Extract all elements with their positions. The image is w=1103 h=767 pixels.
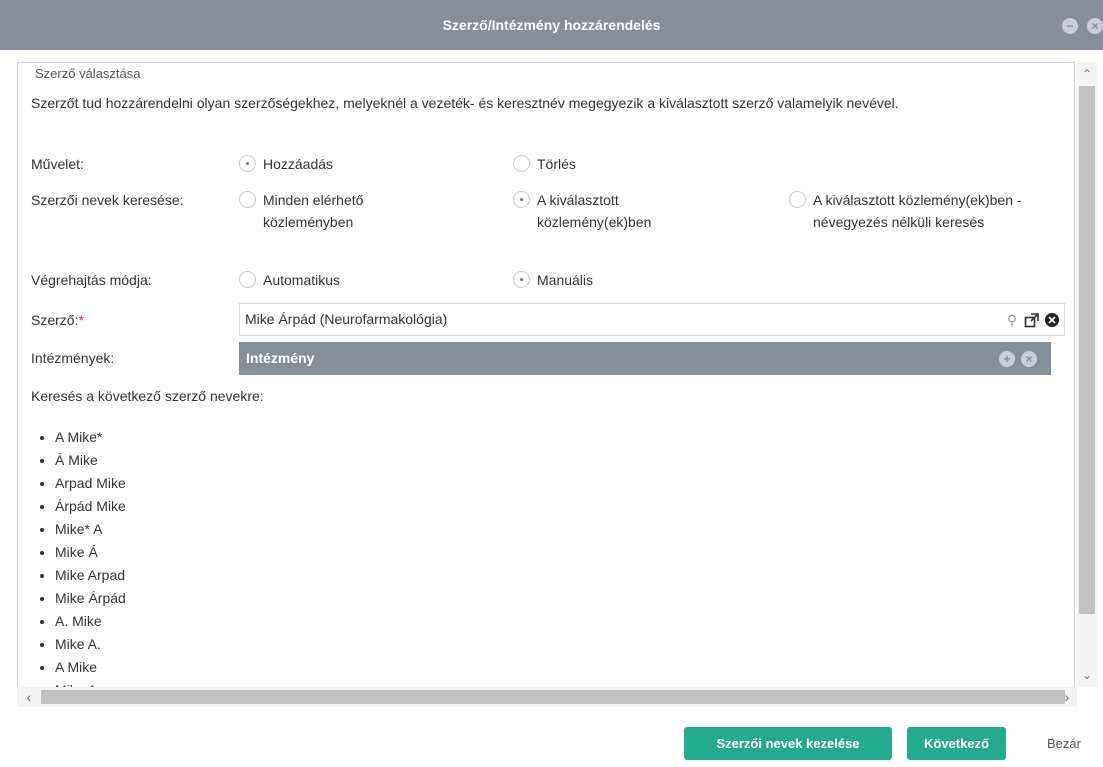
remove-icon[interactable]: × [1021,351,1037,367]
scroll-up-icon[interactable]: ⌃ [1077,64,1097,84]
name-search-all-radio[interactable] [239,191,256,208]
scroll-left-icon[interactable]: ‹ [19,687,39,707]
horizontal-scroll-thumb[interactable] [41,690,1065,704]
minimize-icon[interactable]: − [1062,18,1078,34]
execution-label: Végrehajtás módja: [31,272,152,288]
section-description: Szerzőt tud hozzárendelni olyan szerzősé… [31,95,899,111]
list-item: Mike* A [55,518,126,541]
institutions-label: Intézmények: [31,350,115,366]
add-icon[interactable]: + [999,351,1015,367]
required-mark: * [78,312,84,328]
name-search-selected-label[interactable]: A kiválasztott közlemény(ek)ben [537,189,717,233]
name-search-nomatch-label[interactable]: A kiválasztott közlemény(ek)ben - névegy… [813,189,1063,233]
list-item: Mike Árpád [55,587,126,610]
horizontal-scrollbar[interactable]: ‹ › [17,687,1077,707]
list-item: Mike Arpad [55,564,126,587]
name-search-all-label[interactable]: Minden elérhető közleményben [263,189,443,233]
scroll-right-icon[interactable]: › [1057,687,1077,707]
search-names-heading: Keresés a következő szerző nevekre: [31,388,264,404]
next-button[interactable]: Következő [907,727,1006,760]
institutions-header-text: Intézmény [246,350,315,366]
execution-manual-radio[interactable] [513,271,530,288]
execution-auto-radio[interactable] [239,271,256,288]
author-value: Mike Árpád (Neurofarmakológia) [245,311,448,327]
vertical-scrollbar[interactable]: ⌃ ⌄ [1077,62,1097,687]
window-title: Szerző/Intézmény hozzárendelés [442,17,661,33]
institutions-header: Intézmény + × [239,342,1051,375]
operation-label: Művelet: [31,156,84,172]
title-bar: Szerző/Intézmény hozzárendelés − × [0,0,1103,50]
scroll-down-icon[interactable]: ⌄ [1077,665,1097,685]
content-area: Szerző választása Szerzőt tud hozzárende… [17,62,1077,687]
close-icon[interactable]: × [1087,18,1103,34]
operation-delete-label[interactable]: Törlés [537,153,576,175]
author-label: Szerző:* [31,309,84,331]
name-search-nomatch-radio[interactable] [789,191,806,208]
list-item: A Mike* [55,426,126,449]
name-search-label: Szerzői nevek keresése: [31,192,184,208]
execution-auto-label[interactable]: Automatikus [263,269,340,291]
close-button[interactable]: Bezár [1034,727,1094,760]
open-external-icon[interactable] [1024,312,1040,328]
name-search-selected-radio[interactable] [513,191,530,208]
operation-delete-radio[interactable] [513,155,530,172]
list-item: Mike A [55,679,126,687]
list-item: Á Mike [55,449,126,472]
manage-author-names-button[interactable]: Szerzői nevek kezelése [684,727,892,760]
clear-icon[interactable] [1044,312,1060,328]
list-item: A. Mike [55,610,126,633]
list-item: Arpad Mike [55,472,126,495]
vertical-scroll-thumb[interactable] [1079,86,1095,614]
section-legend: Szerző választása [31,66,145,81]
list-item: Mike A. [55,633,126,656]
search-names-list: A Mike* Á Mike Arpad Mike Árpád Mike Mik… [31,426,126,687]
list-item: A Mike [55,656,126,679]
execution-manual-label[interactable]: Manuális [537,269,593,291]
author-label-text: Szerző: [31,312,79,328]
search-icon[interactable]: ⚲ [1004,312,1020,328]
author-field[interactable]: Mike Árpád (Neurofarmakológia) ⚲ [239,303,1065,336]
operation-add-radio[interactable] [239,155,256,172]
operation-add-label[interactable]: Hozzáadás [263,153,333,175]
list-item: Árpád Mike [55,495,126,518]
list-item: Mike Á [55,541,126,564]
